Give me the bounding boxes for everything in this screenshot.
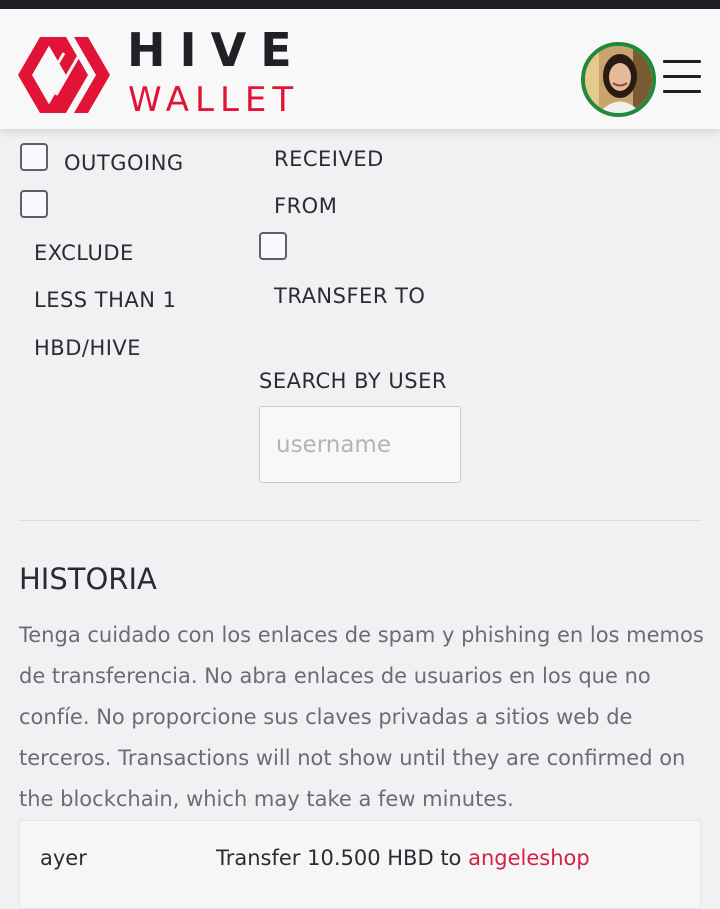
top-status-bar	[0, 0, 720, 9]
history-row-user-link[interactable]: angeleshop	[468, 846, 590, 870]
divider	[19, 520, 701, 521]
logo-text-hive[interactable]: HIVE	[127, 27, 306, 73]
history-row: ayer Transfer 10.500 HBD to angeleshop	[19, 820, 701, 909]
exclude-small-checkbox[interactable]	[20, 190, 48, 218]
history-title: HISTORIA	[19, 562, 157, 596]
phishing-warning-text: Tenga cuidado con los enlaces de spam y …	[19, 623, 704, 811]
history-row-text: Transfer 10.500 HBD to	[216, 846, 462, 870]
transfer-to-label: TRANSFER TO	[274, 284, 426, 308]
received-from-checkbox[interactable]	[259, 232, 287, 260]
exclude-label-line1: EXCLUDE	[34, 241, 134, 265]
exclude-label-line2: LESS THAN 1	[34, 288, 177, 312]
avatar-photo-icon	[585, 46, 652, 113]
history-row-date: ayer	[40, 846, 87, 870]
search-user-input[interactable]	[259, 406, 461, 483]
logo-text-wallet[interactable]: WALLET	[128, 83, 299, 117]
hamburger-menu-icon[interactable]	[663, 60, 701, 94]
hive-logo-icon[interactable]	[18, 35, 110, 115]
user-avatar[interactable]	[581, 42, 656, 117]
outgoing-checkbox[interactable]	[20, 143, 48, 171]
received-from-label-line2: FROM	[274, 194, 338, 218]
outgoing-label: OUTGOING	[64, 151, 184, 175]
search-by-user-label: SEARCH BY USER	[259, 369, 447, 393]
history-row-description: Transfer 10.500 HBD to angeleshop	[216, 846, 590, 870]
received-from-label-line1: RECEIVED	[274, 147, 384, 171]
exclude-label-line3: HBD/HIVE	[34, 336, 142, 360]
site-header: HIVE WALLET	[0, 9, 720, 129]
